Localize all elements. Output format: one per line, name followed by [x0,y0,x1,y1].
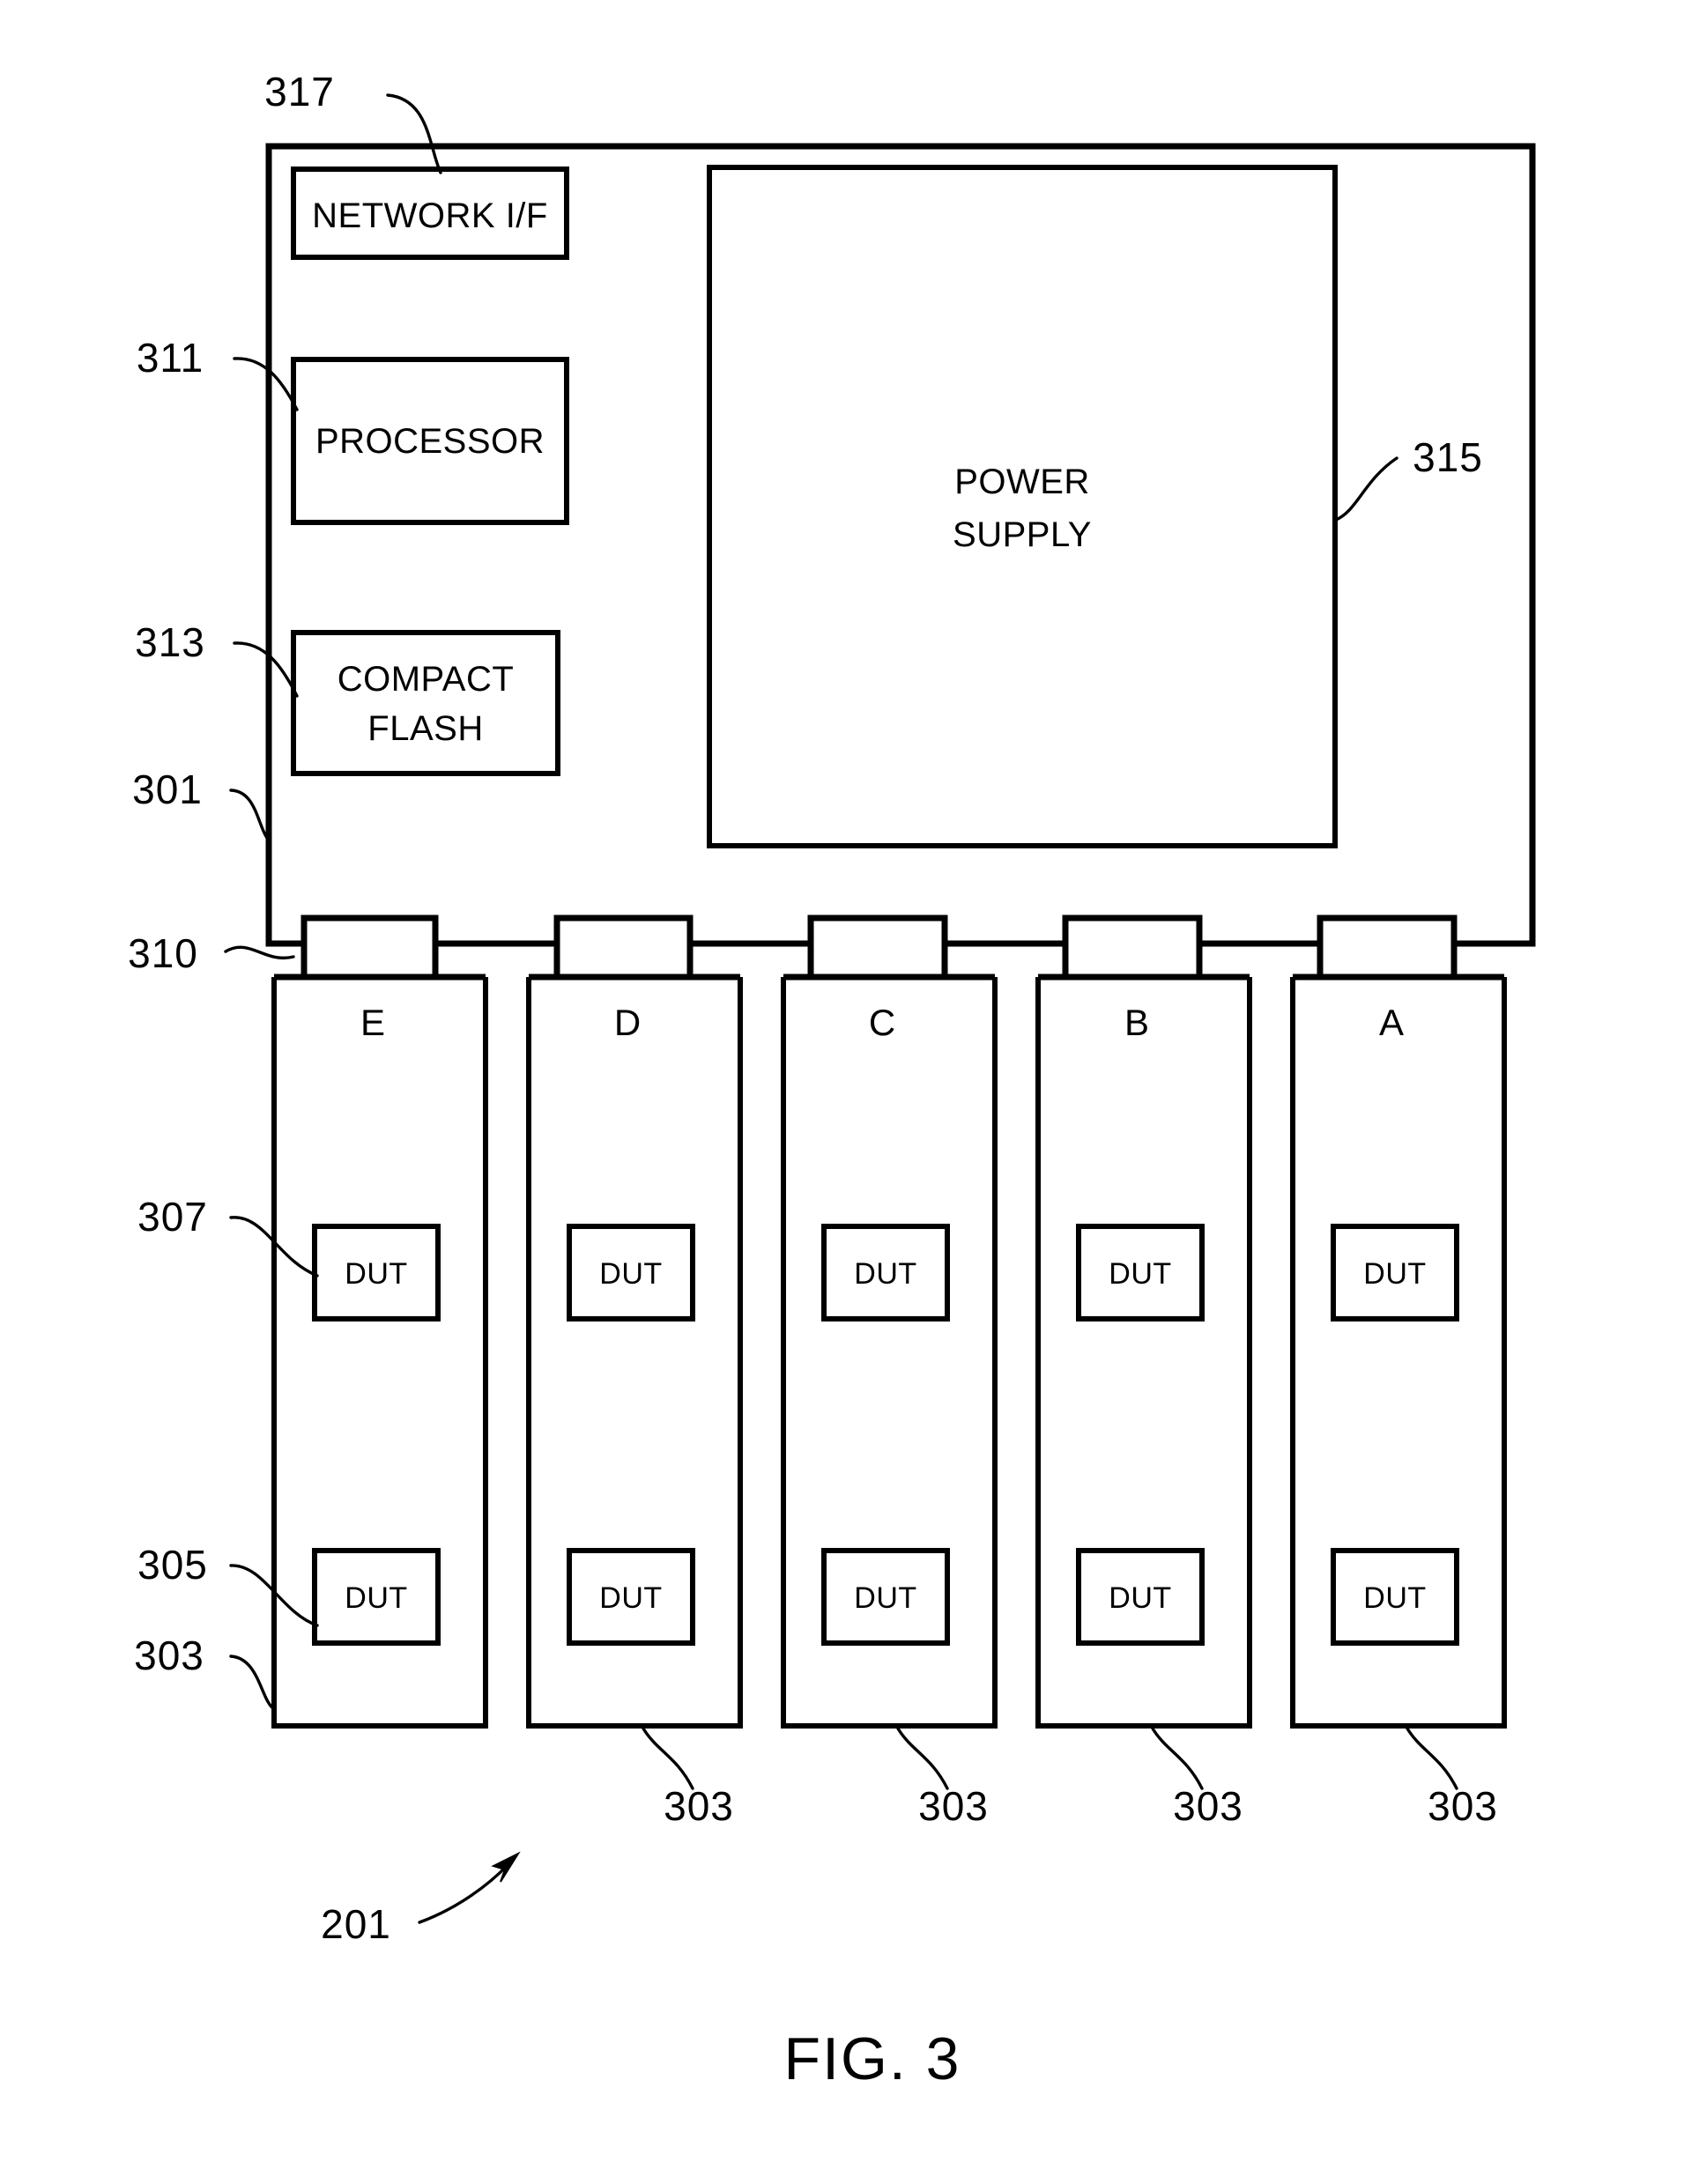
connector-c [807,914,948,981]
slot-letter-e: E [360,1002,385,1043]
slot-letter-b: B [1124,1002,1149,1043]
dut-label-d-1: DUT [599,1257,662,1291]
compact-flash-block [291,630,560,776]
callout-303-d: 303 [664,1783,734,1829]
slot-letter-c: C [869,1002,895,1043]
slot-letter-d: D [614,1002,641,1043]
compact-flash-label-line1: COMPACT [338,660,515,699]
dut-label-e-1: DUT [345,1257,407,1291]
leader-303-d [642,1727,694,1790]
power-supply-block [707,165,1338,848]
leader-303-b [1151,1727,1204,1790]
processor-label: PROCESSOR [315,422,545,461]
callout-303-e: 303 [134,1632,204,1678]
slot-letter-a: A [1379,1002,1404,1043]
power-supply-label-line2: SUPPLY [953,515,1092,554]
leader-303-c [896,1727,949,1790]
power-supply-label-line1: POWER [954,463,1090,501]
callout-317: 317 [264,69,335,115]
compact-flash-label-line2: FLASH [367,709,483,748]
dut-label-c-2: DUT [854,1581,916,1615]
connector-b [1062,914,1203,981]
callout-305: 305 [137,1542,208,1588]
dut-label-a-1: DUT [1363,1257,1426,1291]
dut-label-c-1: DUT [854,1257,916,1291]
callout-303-b: 303 [1173,1783,1243,1829]
callout-201: 201 [321,1901,391,1947]
leader-310 [224,945,295,960]
callout-315: 315 [1413,434,1483,480]
dut-label-b-1: DUT [1109,1257,1171,1291]
callout-303-a: 303 [1428,1783,1498,1829]
leader-201 [418,1863,509,1924]
callout-313: 313 [135,619,205,665]
arrowhead-201 [491,1851,521,1883]
leader-303-a [1406,1727,1458,1790]
network-if-label: NETWORK I/F [312,196,548,235]
connector-a [1317,914,1458,981]
connector-e [300,914,439,981]
dut-label-a-2: DUT [1363,1581,1426,1615]
callout-303-c: 303 [918,1783,989,1829]
dut-label-d-2: DUT [599,1581,662,1615]
figure-page: NETWORK I/F PROCESSOR COMPACT FLASH POWE… [0,0,1684,2184]
callout-307: 307 [137,1194,208,1240]
dut-label-e-2: DUT [345,1581,407,1615]
leader-301 [229,788,271,843]
patent-figure-3: NETWORK I/F PROCESSOR COMPACT FLASH POWE… [128,69,1536,2092]
figure-caption: FIG. 3 [784,2025,961,2092]
callout-310: 310 [128,930,198,976]
callout-301: 301 [132,766,203,812]
connector-d [553,914,694,981]
leader-303-e [229,1655,276,1711]
callout-311: 311 [137,335,204,381]
dut-label-b-2: DUT [1109,1581,1171,1615]
